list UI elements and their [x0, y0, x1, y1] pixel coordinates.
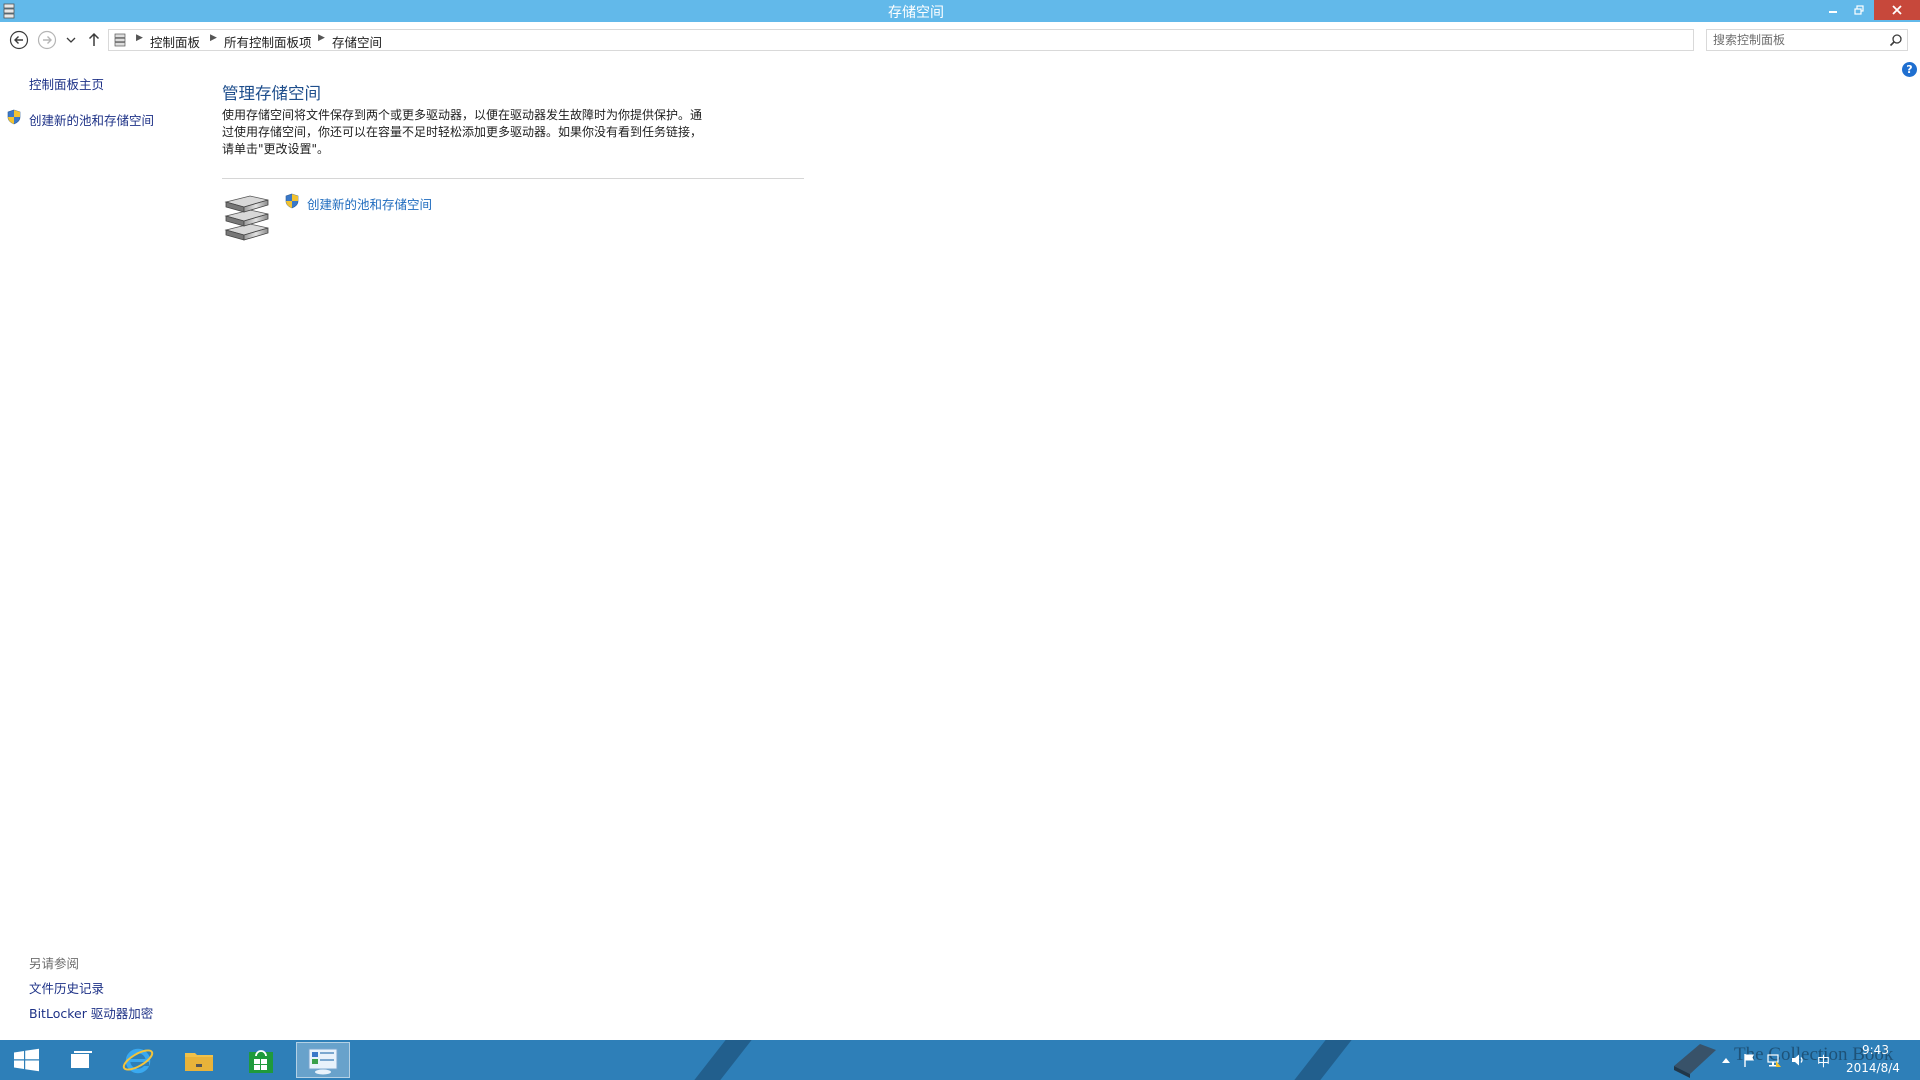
task-switch-icon [71, 1051, 92, 1068]
taskbar-file-explorer[interactable] [172, 1042, 226, 1078]
input-method-indicator[interactable]: 中 [1817, 1051, 1830, 1080]
folder-icon [185, 1053, 213, 1071]
windows-logo-icon [14, 1048, 39, 1072]
control-panel-home-link[interactable]: 控制面板主页 [29, 74, 104, 93]
internet-explorer-icon [122, 1048, 154, 1074]
breadcrumb-separator-icon[interactable]: ▶ [318, 33, 325, 43]
breadcrumb-separator-icon[interactable]: ▶ [136, 33, 143, 43]
restore-icon [1854, 5, 1864, 15]
taskbar-decoration [1294, 1040, 1352, 1080]
volume-icon[interactable] [1790, 1052, 1806, 1068]
close-button[interactable] [1874, 0, 1920, 20]
window-title: 存储空间 [888, 5, 944, 21]
help-icon[interactable]: ? [1902, 62, 1917, 77]
address-bar[interactable]: ▶ 控制面板 ▶ 所有控制面板项 ▶ 存储空间 [108, 29, 1793, 51]
search-input[interactable] [1713, 32, 1883, 48]
taskbar: The Collection Book 中 9:43 2014/8/4 [0, 1040, 1920, 1080]
clock-time[interactable]: 9:43 [1862, 1043, 1889, 1057]
breadcrumb-all-control-panel-items[interactable]: 所有控制面板项 [224, 32, 312, 51]
taskbar-control-panel-active[interactable] [296, 1042, 350, 1078]
restore-button[interactable] [1846, 0, 1872, 20]
file-history-link[interactable]: 文件历史记录 [29, 978, 104, 997]
bitlocker-link[interactable]: BitLocker 驱动器加密 [29, 1003, 153, 1022]
left-task-pane: 控制面板主页 创建新的池和存储空间 另请参阅 文件历史记录 BitLocker … [0, 58, 220, 1038]
create-pool-sidebar-link[interactable]: 创建新的池和存储空间 [29, 110, 154, 129]
section-divider [222, 178, 804, 179]
create-pool-link[interactable]: 创建新的池和存储空间 [307, 194, 432, 213]
clock-date[interactable]: 2014/8/4 [1846, 1061, 1900, 1075]
action-center-flag-icon[interactable] [1742, 1052, 1758, 1068]
forward-button[interactable] [37, 30, 57, 50]
uac-shield-icon [7, 109, 21, 125]
minimize-button[interactable] [1820, 0, 1846, 20]
show-hidden-icons-icon[interactable] [1718, 1052, 1734, 1068]
start-button[interactable] [0, 1042, 54, 1078]
taskbar-internet-explorer[interactable] [111, 1042, 165, 1078]
search-box[interactable] [1706, 29, 1908, 51]
navigation-bar: ▶ 控制面板 ▶ 所有控制面板项 ▶ 存储空间 [0, 22, 1920, 58]
breadcrumb-separator-icon[interactable]: ▶ [210, 33, 217, 43]
back-button[interactable] [9, 30, 29, 50]
storage-drives-icon [224, 195, 269, 241]
control-panel-icon [308, 1048, 338, 1075]
see-also-heading: 另请参阅 [29, 956, 80, 971]
search-icon[interactable] [1889, 33, 1903, 47]
uac-shield-icon [285, 193, 299, 209]
title-bar: 存储空间 [0, 0, 1920, 22]
taskbar-task-view-button[interactable] [54, 1042, 108, 1078]
page-title: 管理存储空间 [222, 84, 321, 103]
storage-spaces-location-icon [114, 33, 126, 47]
breadcrumb-storage-spaces[interactable]: 存储空间 [332, 32, 382, 51]
taskbar-decoration [694, 1040, 752, 1080]
book-watermark-icon [1674, 1044, 1716, 1078]
store-icon [249, 1050, 273, 1073]
breadcrumb-control-panel[interactable]: 控制面板 [150, 32, 200, 51]
network-icon[interactable] [1766, 1052, 1782, 1068]
taskbar-store[interactable] [234, 1042, 288, 1078]
recent-locations-dropdown[interactable] [64, 30, 78, 50]
close-icon [1892, 5, 1902, 15]
minimize-icon [1829, 11, 1837, 13]
page-description: 使用存储空间将文件保存到两个或更多驱动器，以便在驱动器发生故障时为你提供保护。通… [222, 108, 703, 156]
up-one-level-button[interactable] [84, 30, 104, 50]
